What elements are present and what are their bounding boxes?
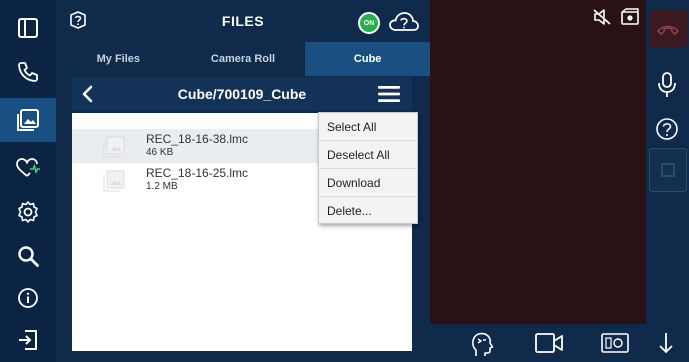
sidebar-item-search[interactable] [0,234,56,278]
tab-cube[interactable]: Cube [305,42,431,76]
video-camera-icon[interactable] [534,330,564,356]
file-name: REC_18-16-25.lmc [146,166,249,180]
left-sidebar [0,0,56,362]
panel-toggle-icon [18,18,38,38]
snapshot-icon[interactable] [600,330,630,356]
sidebar-item-settings[interactable] [0,190,56,234]
cube-camera-icon[interactable] [620,8,640,26]
menu-item-select-all[interactable]: Select All [319,113,417,141]
sidebar-item-logout[interactable] [0,318,56,362]
gear-icon [18,201,38,223]
files-tabs: My Files Camera Roll Cube [56,42,431,76]
sidebar-item-gallery[interactable] [0,98,56,142]
hang-up-button[interactable] [649,10,687,48]
image-file-icon [103,136,125,158]
image-gallery-icon [17,109,39,131]
file-name: REC_18-16-38.lmc [146,132,249,146]
sidebar-item-info[interactable] [0,276,56,320]
right-control-column [646,0,689,324]
microphone-icon[interactable] [654,70,680,100]
image-file-icon [103,170,125,192]
info-icon [18,288,38,308]
hamburger-menu-icon[interactable] [377,85,401,103]
video-area [430,0,646,362]
heart-vitals-icon [16,158,40,177]
cloud-help-icon[interactable] [388,10,420,34]
logout-icon [19,330,37,350]
current-path: Cube/700109_Cube [177,86,307,102]
phone-icon [18,62,38,82]
head-face-icon[interactable] [468,330,496,358]
menu-item-delete[interactable]: Delete... [319,197,417,225]
sidebar-panel-toggle[interactable] [0,6,56,50]
search-icon [18,246,39,267]
menu-item-deselect-all[interactable]: Deselect All [319,141,417,169]
arrow-down-icon[interactable] [656,330,676,356]
hang-up-icon [657,25,679,35]
disabled-tool-button[interactable] [649,148,687,192]
context-menu: Select All Deselect All Download Delete.… [318,112,418,224]
files-header: FILES ON [56,0,430,42]
video-control-bar [430,324,689,362]
square-tool-icon [661,163,675,177]
help-circle-icon[interactable] [654,116,680,142]
sidebar-item-calls[interactable] [0,50,56,94]
menu-item-download[interactable]: Download [319,169,417,197]
file-size: 46 KB [146,147,174,158]
speaker-muted-icon[interactable] [592,8,612,26]
sidebar-item-vitals[interactable] [0,146,56,190]
tab-camera-roll[interactable]: Camera Roll [181,42,306,76]
status-badge[interactable]: ON [358,12,380,34]
tab-my-files[interactable]: My Files [56,42,181,76]
file-size: 1.2 MB [146,181,178,192]
breadcrumb: Cube/700109_Cube [72,77,412,111]
